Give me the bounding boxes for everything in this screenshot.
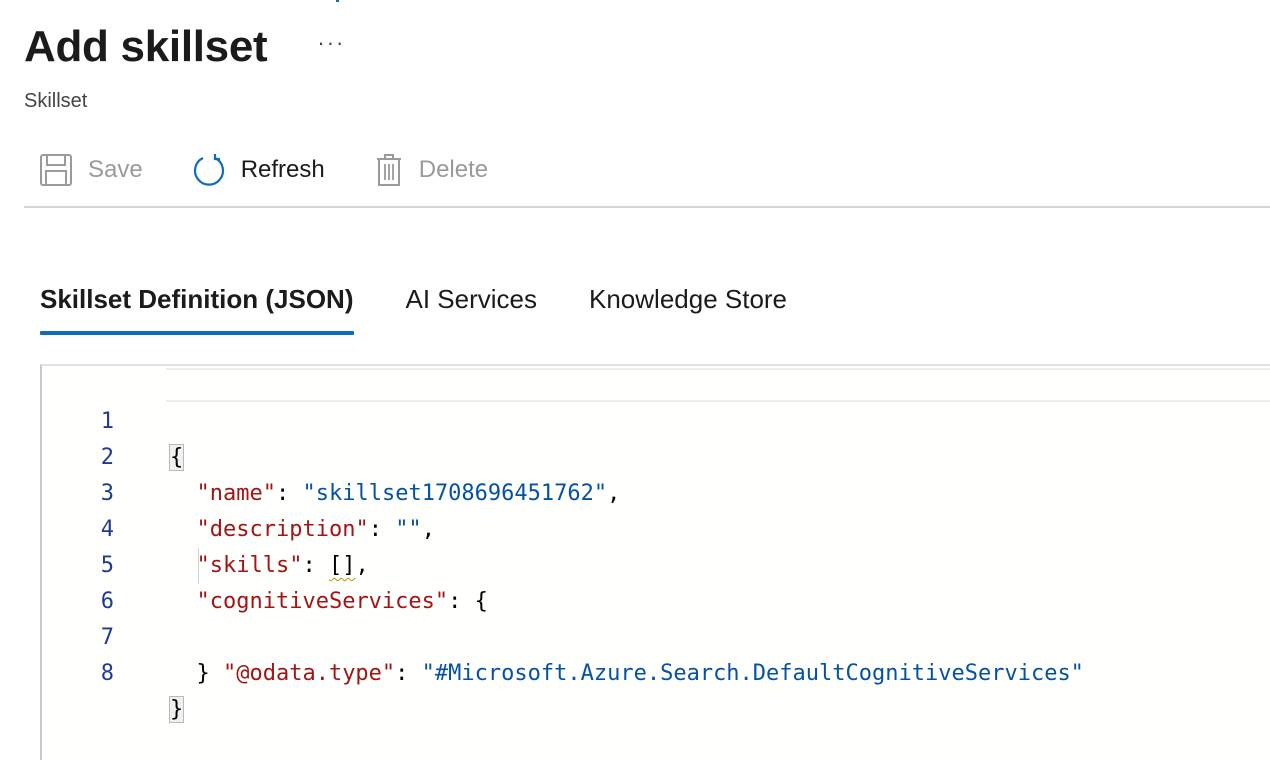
page-subtitle: Skillset	[24, 90, 88, 112]
code-text: }	[170, 656, 210, 692]
refresh-button[interactable]: Refresh	[177, 152, 325, 188]
json-string: "#Microsoft.Azure.Search.DefaultCognitiv…	[421, 661, 1084, 686]
tab-knowledge-store[interactable]: Knowledge Store	[589, 284, 787, 335]
close-brace: }	[168, 696, 185, 723]
page-title: Add skillset	[24, 22, 268, 71]
line-number: 8	[100, 661, 114, 686]
refresh-icon	[193, 154, 224, 186]
tab-skillset-definition[interactable]: Skillset Definition (JSON)	[40, 284, 354, 335]
refresh-label: Refresh	[240, 156, 325, 183]
code-line: 2 "name": "skillset1708696451762",	[42, 404, 1270, 506]
indent-guide	[198, 548, 199, 584]
colon: :	[395, 661, 422, 686]
tab-list: Skillset Definition (JSON) AI Services K…	[40, 284, 839, 335]
delete-label: Delete	[418, 156, 489, 183]
code-line: 3 "description": "",	[42, 440, 1270, 542]
title-row: Add skillset ···	[24, 22, 345, 72]
json-key: "@odata.type"	[222, 661, 396, 686]
code-line: 7 }	[42, 584, 1270, 686]
toolbar-divider	[24, 206, 1270, 208]
trash-icon	[376, 154, 401, 186]
code-line: 1 {	[42, 368, 1270, 471]
code-line: 4 "skills": [],	[42, 476, 1270, 578]
breadcrumb-fragment	[336, 0, 339, 2]
code-line: 6 "@odata.type": "#Microsoft.Azure.Searc…	[42, 548, 1270, 686]
save-icon	[40, 154, 72, 186]
json-editor[interactable]: 1 { 2 "name": "skillset1708696451762", 3…	[40, 364, 1270, 760]
code-text: }	[168, 692, 185, 728]
delete-button[interactable]: Delete	[359, 152, 488, 188]
save-label: Save	[88, 156, 143, 183]
add-skillset-page: Add skillset ··· Skillset Save Refresh D…	[0, 0, 1270, 760]
tab-ai-services[interactable]: AI Services	[406, 284, 538, 335]
more-options-button[interactable]: ···	[317, 30, 345, 56]
code-line: 8 }	[42, 620, 1270, 723]
code-line: 5 "cognitiveServices": {	[42, 512, 1270, 614]
save-button[interactable]: Save	[24, 152, 143, 188]
code-text: "@odata.type": "#Microsoft.Azure.Search.…	[170, 656, 1084, 692]
inner-close-brace: }	[196, 661, 210, 686]
command-bar: Save Refresh Delete	[24, 146, 522, 194]
